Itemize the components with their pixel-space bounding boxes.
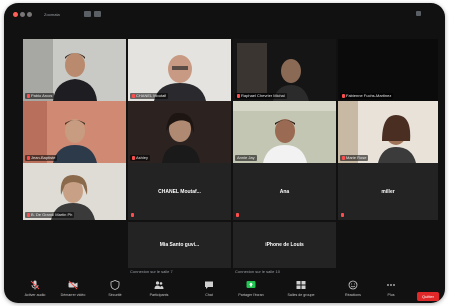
mic-muted-icon xyxy=(27,213,30,217)
participant-name: Marie Rose xyxy=(346,155,367,160)
video-tile[interactable]: Fabienne Fuchs-Martinez xyxy=(338,39,438,101)
window-title: Zoomata xyxy=(44,12,60,17)
reactions-icon xyxy=(348,280,358,290)
participant-video xyxy=(23,39,126,101)
toolbar-label: Réactions xyxy=(345,293,361,297)
mic-muted-icon xyxy=(341,213,344,217)
participant-name: CHANEL Moutaf... xyxy=(158,188,201,195)
toolbar-label: Plus xyxy=(387,293,395,297)
close-window-icon[interactable] xyxy=(13,12,18,17)
participant-name: Pablo Arcos xyxy=(31,93,53,98)
toolbar-label: Partager l'écran xyxy=(238,293,264,297)
toolbar-label: Activer audio xyxy=(24,293,46,297)
participant-name: iPhone de Louis xyxy=(265,242,304,248)
participant-video xyxy=(233,39,336,101)
minimize-window-icon[interactable] xyxy=(20,12,25,17)
video-tile[interactable]: Raphael Chevrier Michal xyxy=(233,39,336,101)
mic-muted-icon xyxy=(27,94,30,98)
breakout-icon xyxy=(296,281,306,289)
mic-muted-icon xyxy=(342,156,345,160)
participant-name: Ana xyxy=(279,188,290,195)
toolbar-label: Participants xyxy=(149,293,169,297)
title-bar: Zoomata xyxy=(4,3,445,25)
more-button[interactable]: Plus xyxy=(376,276,406,300)
leave-meeting-button[interactable]: Quitter xyxy=(417,292,439,301)
grid-view-icon[interactable] xyxy=(416,11,421,16)
mic-muted-icon xyxy=(236,213,239,217)
chat-icon xyxy=(205,281,213,289)
shield-icon xyxy=(110,280,120,290)
share-screen-icon xyxy=(246,281,256,288)
participant-video xyxy=(128,39,231,101)
mic-muted-icon xyxy=(131,213,134,217)
name-only-tile[interactable]: iPhone de Louis xyxy=(233,222,336,268)
share-screen-button[interactable]: Partager l'écran xyxy=(236,276,266,300)
mic-muted-icon xyxy=(132,94,135,98)
start-video-button[interactable]: Démarrer vidéo xyxy=(58,276,88,300)
participant-name: B. De Grandi Martin Ph xyxy=(31,212,73,217)
participant-name: Fabienne Fuchs-Martinez xyxy=(346,93,392,98)
participant-name-tag: Raphael Chevrier Michal xyxy=(235,93,287,99)
mic-muted-icon xyxy=(237,94,240,98)
participant-video xyxy=(23,101,126,163)
participant-name-tag: Fabienne Fuchs-Martinez xyxy=(340,93,394,99)
participant-name-tag: Ashley xyxy=(130,155,151,161)
participant-name: CHANEL Moutafi xyxy=(136,93,167,98)
more-icon xyxy=(387,284,395,286)
toolbar-label: Démarrer vidéo xyxy=(60,293,86,297)
toolbar-label: Salles de groupe xyxy=(287,293,315,297)
mute-audio-button[interactable]: Activer audio xyxy=(20,276,50,300)
participant-name-tag: Marie Rose xyxy=(340,155,369,161)
participant-name: Ashley xyxy=(136,155,149,160)
recording-status-icon[interactable] xyxy=(94,11,101,17)
participant-name-tag: Annie Jay xyxy=(235,155,257,161)
chat-button[interactable]: Chat xyxy=(194,276,224,300)
name-only-tile[interactable]: CHANEL Moutaf... xyxy=(128,163,231,220)
name-only-tile[interactable]: Ana xyxy=(233,163,336,220)
breakout-rooms-button[interactable]: Salles de groupe xyxy=(286,276,316,300)
participant-name: Annie Jay xyxy=(237,155,255,160)
video-tile[interactable]: Pablo Arcos xyxy=(23,39,126,101)
video-tile[interactable]: Marie Rose xyxy=(338,101,438,163)
mic-icon xyxy=(30,280,40,290)
participant-video xyxy=(233,101,336,163)
toolbar-label: Chat xyxy=(205,293,213,297)
participant-name-tag: Pablo Arcos xyxy=(25,93,55,99)
participant-name-tag: CHANEL Moutafi xyxy=(130,93,169,99)
toolbar-label: Sécurité xyxy=(108,293,122,297)
mic-muted-icon xyxy=(342,94,345,98)
name-only-tile[interactable]: miller xyxy=(338,163,438,220)
participants-button[interactable]: Participants xyxy=(144,276,174,300)
security-button[interactable]: Sécurité xyxy=(100,276,130,300)
participants-icon xyxy=(154,281,164,289)
video-tile[interactable]: Jean-Baptiste xyxy=(23,101,126,163)
participant-video xyxy=(128,101,231,163)
mic-muted-icon xyxy=(132,156,135,160)
video-icon xyxy=(68,280,78,290)
active-speaker-tile[interactable]: Annie Jay xyxy=(233,101,336,163)
participant-name: Jean-Baptiste xyxy=(31,155,56,160)
meeting-window: Zoomata Pablo Arcos CHANEL Moutafi Rapha… xyxy=(4,3,445,303)
participant-name-tag: B. De Grandi Martin Ph xyxy=(25,212,75,218)
video-tile[interactable]: B. De Grandi Martin Ph xyxy=(23,163,126,220)
participant-name: Mia Santo guvi... xyxy=(159,242,200,248)
video-tile[interactable]: Ashley xyxy=(128,101,231,163)
reactions-button[interactable]: Réactions xyxy=(338,276,368,300)
meeting-toolbar: Activer audio Démarrer vidéo Sécurité Pa… xyxy=(4,274,445,303)
participant-name: Raphael Chevrier Michal xyxy=(241,93,285,98)
video-tile[interactable]: CHANEL Moutafi xyxy=(128,39,231,101)
participant-name: miller xyxy=(381,188,395,195)
shield-status-icon[interactable] xyxy=(84,11,91,17)
participant-video xyxy=(338,101,438,163)
participant-name-tag: Jean-Baptiste xyxy=(25,155,58,161)
mic-muted-icon xyxy=(27,156,30,160)
maximize-window-icon[interactable] xyxy=(27,12,32,17)
name-only-tile[interactable]: Mia Santo guvi... xyxy=(128,222,231,268)
